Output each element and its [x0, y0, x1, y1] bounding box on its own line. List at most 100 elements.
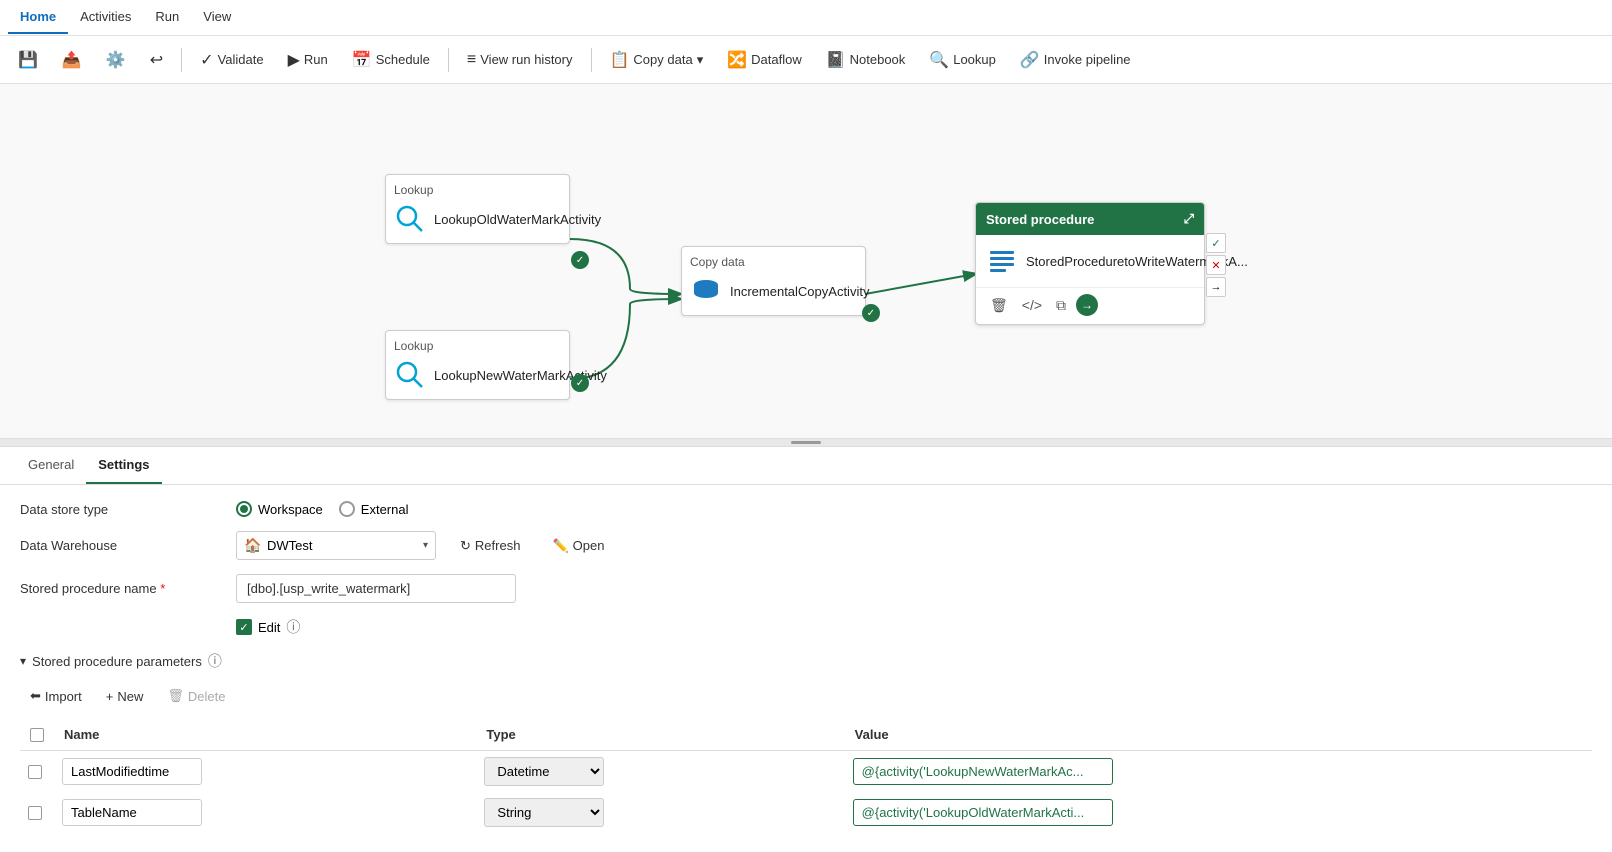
data-warehouse-select-wrapper: 🏠 DWTest ▾ — [236, 531, 436, 560]
delete-label: Delete — [188, 689, 226, 704]
schedule-label: Schedule — [376, 52, 430, 67]
dataflow-icon: 🔀 — [727, 50, 747, 70]
data-warehouse-row: Data Warehouse 🏠 DWTest ▾ ↻ Refresh ✏️ O… — [20, 531, 1592, 560]
storedproc-copy-btn[interactable]: ⧉ — [1052, 295, 1070, 316]
lookup-icon: 🔍 — [929, 50, 949, 70]
lookup2-node[interactable]: Lookup LookupNewWaterMarkActivity — [385, 330, 570, 400]
view-run-history-button[interactable]: ≡ View run history — [457, 45, 583, 75]
run-button[interactable]: ▶ Run — [278, 44, 338, 76]
open-icon: ✏️ — [552, 538, 568, 554]
copydata-title: Copy data — [690, 255, 857, 269]
stored-proc-name-label: Stored procedure name — [20, 581, 220, 596]
lookup2-icon — [394, 359, 426, 391]
undo-icon: ↩ — [150, 50, 163, 70]
row2-type-select[interactable]: String Datetime Int Boolean — [484, 798, 604, 827]
radio-group: Workspace External — [236, 501, 409, 517]
schedule-icon: 📅 — [352, 50, 372, 70]
storedproc-actions: 🗑 </> ⧉ → ✓ ✕ → — [976, 287, 1204, 324]
menu-view[interactable]: View — [191, 1, 243, 34]
lookup2-check: ✓ — [571, 374, 589, 392]
notebook-icon: 📓 — [826, 50, 846, 70]
lookup2-title: Lookup — [394, 339, 561, 353]
copy-data-button[interactable]: 📋 Copy data ▾ — [600, 44, 714, 76]
settings-button[interactable]: ⚙️ — [96, 44, 136, 76]
data-warehouse-label: Data Warehouse — [20, 538, 220, 553]
row1-name-input[interactable] — [62, 758, 202, 785]
menu-run[interactable]: Run — [143, 1, 191, 34]
copydata-body: IncrementalCopyActivity — [690, 275, 857, 307]
import-button[interactable]: ⬅ Import — [20, 683, 92, 709]
row1-type-select[interactable]: Datetime String Int Boolean — [484, 757, 604, 786]
params-table: Name Type Value Datetime String Int — [20, 719, 1592, 833]
storedproc-node[interactable]: Stored procedure ⤢ StoredProceduretoWrit… — [975, 202, 1205, 325]
params-info-icon[interactable]: ⓘ — [208, 651, 222, 671]
collapse-icon: ▾ — [20, 654, 26, 668]
row1-checkbox[interactable] — [28, 765, 42, 779]
row2-name-input[interactable] — [62, 799, 202, 826]
menu-home[interactable]: Home — [8, 1, 68, 34]
dataflow-button[interactable]: 🔀 Dataflow — [717, 44, 812, 76]
row2-value-input[interactable] — [853, 799, 1113, 826]
publish-button[interactable]: 📤 — [52, 44, 92, 76]
schedule-button[interactable]: 📅 Schedule — [342, 44, 440, 76]
data-warehouse-select[interactable]: DWTest — [236, 531, 436, 560]
refresh-link[interactable]: ↻ Refresh — [452, 534, 528, 558]
header-checkbox[interactable] — [30, 728, 44, 742]
radio-workspace-label: Workspace — [258, 502, 323, 517]
storedproc-code-btn[interactable]: </> — [1018, 295, 1046, 315]
copy-data-icon: 📋 — [610, 50, 630, 70]
notebook-label: Notebook — [850, 52, 906, 67]
radio-workspace-dot — [240, 505, 248, 513]
data-store-type-label: Data store type — [20, 502, 220, 517]
validate-icon: ✓ — [200, 50, 213, 70]
radio-external-label: External — [361, 502, 409, 517]
tab-settings[interactable]: Settings — [86, 447, 161, 484]
gear-icon: ⚙️ — [106, 50, 126, 70]
storedproc-body: StoredProceduretoWriteWatermarkA... — [976, 235, 1204, 287]
settings-tabs: General Settings — [0, 447, 1612, 485]
storedproc-go-btn[interactable]: → — [1076, 294, 1098, 316]
validate-button[interactable]: ✓ Validate — [190, 44, 273, 76]
lookup1-icon — [394, 203, 426, 235]
notebook-button[interactable]: 📓 Notebook — [816, 44, 916, 76]
edit-info-icon[interactable]: ⓘ — [286, 617, 300, 637]
warehouse-icon: 🏠 — [244, 537, 261, 554]
edit-checkbox[interactable]: ✓ — [236, 619, 252, 635]
open-link[interactable]: ✏️ Open — [544, 534, 612, 558]
row1-value-input[interactable] — [853, 758, 1113, 785]
undo-button[interactable]: ↩ — [140, 44, 173, 76]
invoke-pipeline-button[interactable]: 🔗 Invoke pipeline — [1010, 44, 1141, 76]
delete-icon: 🗑 — [167, 688, 184, 704]
storedproc-fail-btn[interactable]: ✕ — [1206, 255, 1226, 275]
radio-external[interactable]: External — [339, 501, 409, 517]
lookup2-body: LookupNewWaterMarkActivity — [394, 359, 561, 391]
storedproc-side-actions: ✓ ✕ → — [1206, 233, 1226, 297]
select-arrow-icon: ▾ — [423, 540, 428, 551]
new-param-button[interactable]: + New — [96, 684, 154, 709]
storedproc-delete-btn[interactable]: 🗑 — [986, 295, 1012, 316]
stored-proc-name-input[interactable] — [236, 574, 516, 603]
radio-workspace[interactable]: Workspace — [236, 501, 323, 517]
stored-proc-name-row: Stored procedure name — [20, 574, 1592, 603]
divider-indicator — [791, 441, 821, 444]
run-history-icon: ≡ — [467, 51, 476, 69]
divider-2 — [448, 48, 449, 72]
canvas[interactable]: Lookup LookupOldWaterMarkActivity ✓ Look… — [0, 84, 1612, 439]
menu-activities[interactable]: Activities — [68, 1, 143, 34]
delete-param-button[interactable]: 🗑 Delete — [157, 683, 235, 709]
save-button[interactable]: 💾 — [8, 44, 48, 76]
tab-general[interactable]: General — [16, 447, 86, 484]
copydata-node[interactable]: Copy data IncrementalCopyActivity — [681, 246, 866, 316]
stored-proc-params-header[interactable]: ▾ Stored procedure parameters ⓘ — [20, 651, 1592, 671]
refresh-icon: ↻ — [460, 538, 471, 554]
params-table-header-row: Name Type Value — [20, 719, 1592, 751]
lookup-button[interactable]: 🔍 Lookup — [919, 44, 1006, 76]
col-value: Value — [845, 719, 1592, 751]
storedproc-complete-btn[interactable]: → — [1206, 277, 1226, 297]
storedproc-success-btn[interactable]: ✓ — [1206, 233, 1226, 253]
settings-panel: General Settings Data store type Workspa… — [0, 447, 1612, 852]
params-toolbar: ⬅ Import + New 🗑 Delete — [20, 683, 1592, 709]
row2-checkbox[interactable] — [28, 806, 42, 820]
panel-divider[interactable] — [0, 439, 1612, 447]
lookup1-node[interactable]: Lookup LookupOldWaterMarkActivity — [385, 174, 570, 244]
